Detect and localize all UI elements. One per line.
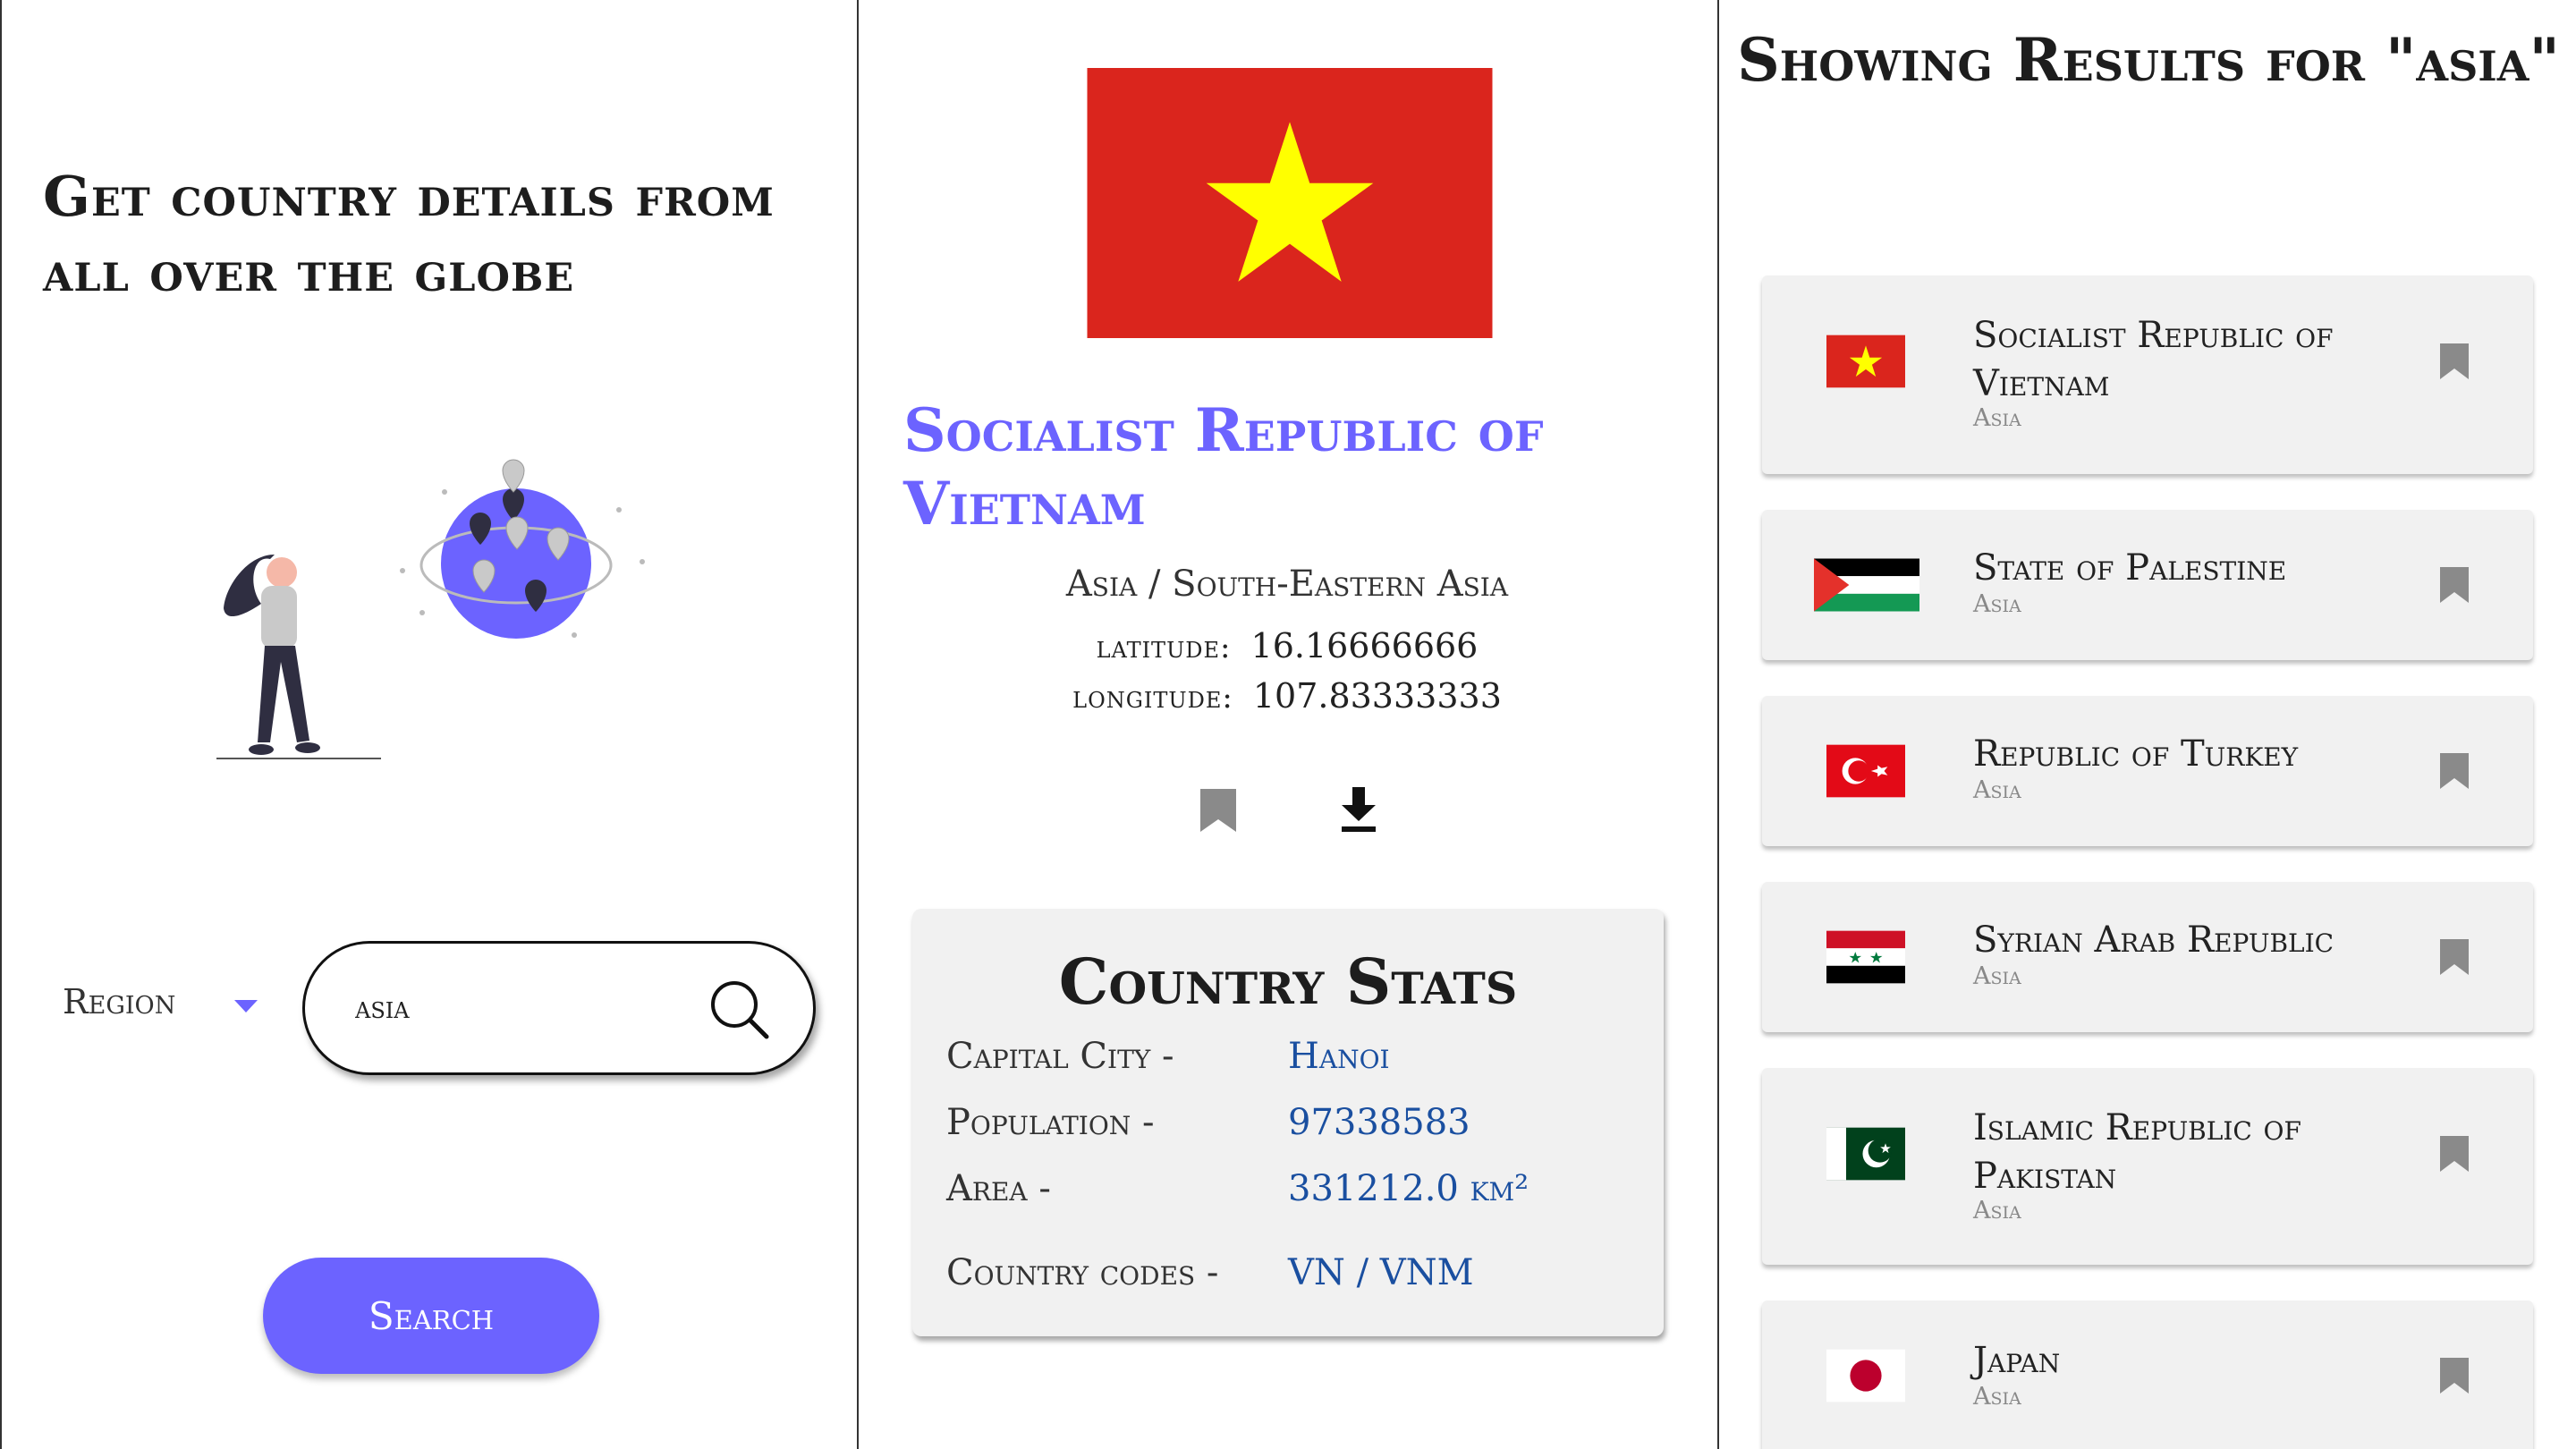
region-dropdown-caret-icon[interactable] [234, 1000, 258, 1013]
vietnam-flag [1087, 68, 1493, 338]
bookmark-icon[interactable] [2438, 1356, 2470, 1395]
result-region: Asia [1973, 962, 2021, 990]
country-subregion: Asia / South-Eastern Asia [1065, 564, 1509, 605]
palestine-flag [1814, 558, 1919, 612]
download-icon[interactable] [1338, 785, 1379, 834]
result-card[interactable]: Islamic Republic of Pakistan Asia [1762, 1068, 2533, 1265]
result-card[interactable]: Socialist Republic of Vietnam Asia [1762, 275, 2533, 474]
bookmark-icon[interactable] [1199, 787, 1238, 834]
longitude-row: longitude: 107.83333333 [859, 676, 1716, 716]
bookmark-icon[interactable] [2438, 1134, 2470, 1174]
result-card[interactable]: Japan Asia [1762, 1301, 2533, 1449]
result-region: Asia [1973, 776, 2021, 804]
result-country-name: Socialist Republic of Vietnam [1973, 315, 2334, 404]
area-label: Area - [946, 1168, 1051, 1209]
vietnam-flag [1826, 335, 1905, 388]
longitude-value: 107.83333333 [1252, 676, 1502, 716]
result-country-name: Republic of Turkey [1973, 733, 2299, 775]
population-label: Population - [946, 1102, 1155, 1143]
turkey-flag [1826, 744, 1905, 798]
result-card[interactable]: State of Palestine Asia [1762, 510, 2533, 660]
globe-traveler-illustration [216, 459, 645, 759]
stats-title: Country Stats [1058, 945, 1518, 1019]
search-button[interactable]: Search [263, 1258, 599, 1374]
bookmark-icon[interactable] [2438, 751, 2470, 791]
result-region: Asia [1973, 404, 2021, 432]
results-title: Showing Results for "asia" [1737, 25, 2560, 95]
bookmark-icon[interactable] [2438, 937, 2470, 977]
search-box [302, 941, 816, 1075]
page-headline: Get country details from all over the gl… [43, 164, 775, 304]
result-card[interactable]: Republic of Turkey Asia [1762, 696, 2533, 846]
search-panel: Get country details from all over the gl… [0, 0, 857, 1449]
search-icon[interactable] [708, 978, 772, 1042]
country-detail-panel: Socialist Republic of Vietnam Asia / Sou… [857, 0, 1717, 1449]
latitude-value: 16.16666666 [1250, 626, 1479, 665]
syria-flag [1826, 930, 1905, 984]
result-region: Asia [1973, 1383, 2021, 1411]
capital-label: Capital City - [946, 1036, 1174, 1077]
latitude-row: latitude: 16.16666666 [859, 626, 1716, 665]
result-country-name: Islamic Republic of Pakistan [1973, 1107, 2301, 1197]
search-input[interactable] [355, 981, 695, 1035]
area-value: 331212.0 km² [1288, 1168, 1530, 1209]
result-country-name: State of Palestine [1973, 547, 2287, 589]
country-name: Socialist Republic of Vietnam [903, 395, 1544, 538]
pakistan-flag [1826, 1127, 1905, 1181]
results-panel: Showing Results for "asia" Socialist Rep… [1717, 0, 2576, 1449]
longitude-label: longitude: [1072, 680, 1233, 716]
bookmark-icon[interactable] [2438, 342, 2470, 381]
result-country-name: Japan [1973, 1340, 2061, 1381]
capital-value: Hanoi [1288, 1036, 1390, 1077]
japan-flag [1826, 1349, 1905, 1402]
result-card[interactable]: Syrian Arab Republic Asia [1762, 882, 2533, 1032]
result-region: Asia [1973, 1197, 2021, 1224]
result-country-name: Syrian Arab Republic [1973, 919, 2334, 961]
region-label: Region [63, 982, 176, 1021]
latitude-label: latitude: [1096, 630, 1232, 665]
country-stats-card: Country Stats Capital City - Hanoi Popul… [912, 909, 1664, 1336]
bookmark-icon[interactable] [2438, 565, 2470, 605]
country-codes-value: VN / VNM [1288, 1252, 1474, 1293]
population-value: 97338583 [1288, 1102, 1470, 1143]
result-region: Asia [1973, 590, 2021, 618]
country-codes-label: Country codes - [946, 1252, 1219, 1293]
